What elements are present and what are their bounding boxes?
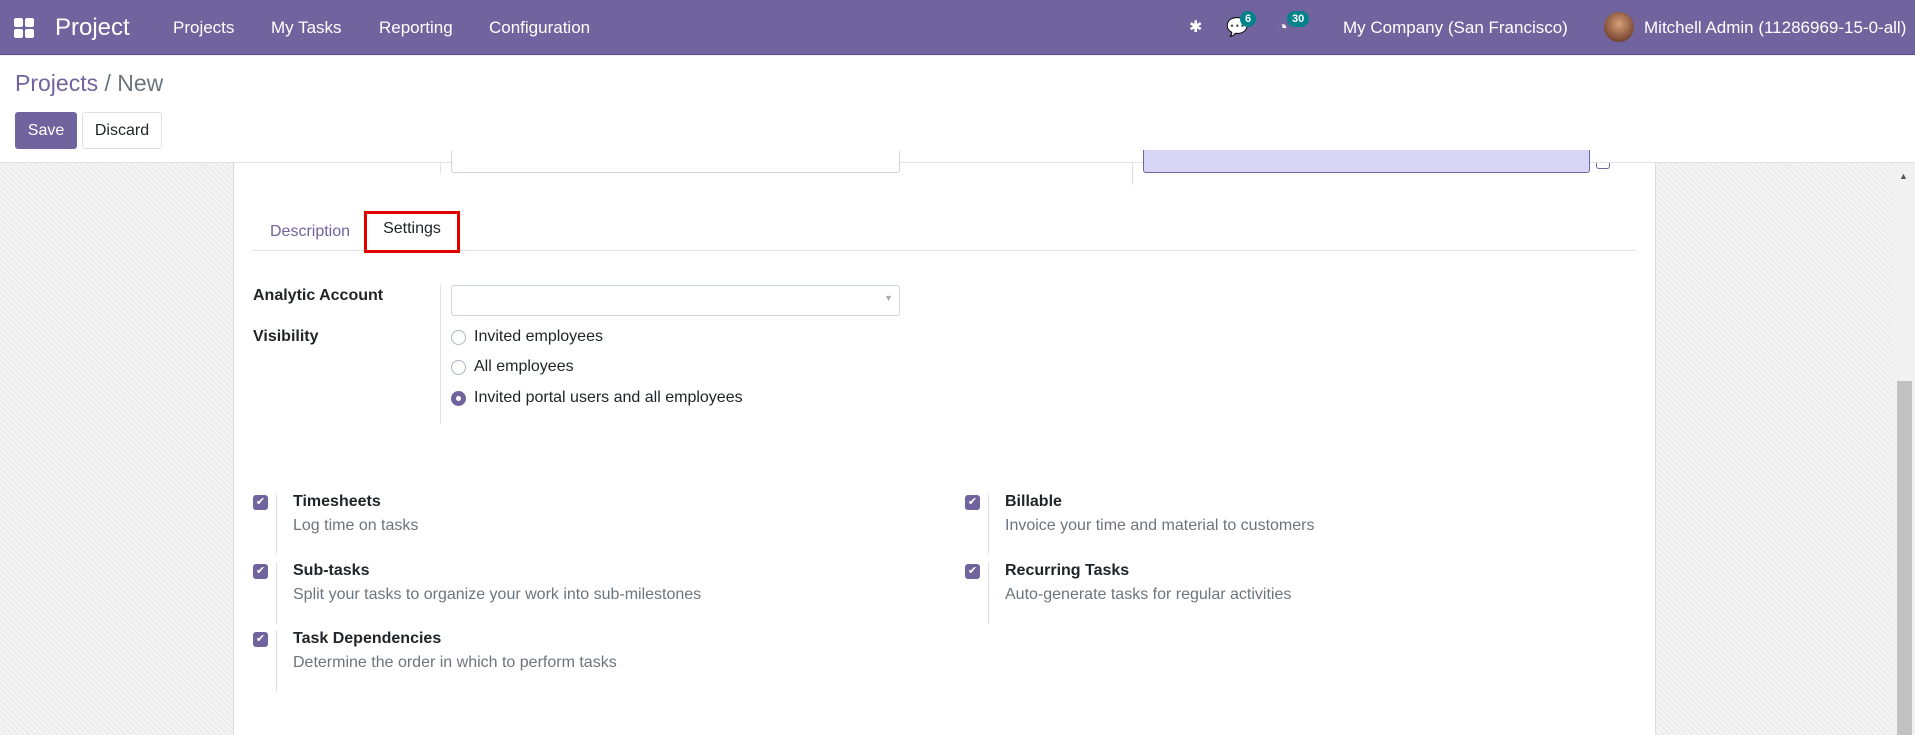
tab-settings[interactable]: Settings bbox=[364, 211, 460, 253]
activities-badge: 30 bbox=[1287, 11, 1310, 27]
feature-description: Split your tasks to organize your work i… bbox=[293, 586, 702, 603]
apps-menu-icon[interactable] bbox=[14, 18, 34, 38]
user-avatar[interactable] bbox=[1604, 12, 1634, 42]
radio-label: Invited employees bbox=[474, 328, 603, 345]
activities-clock-icon[interactable]: ◔ bbox=[1277, 0, 1288, 55]
radio-label: All employees bbox=[474, 358, 574, 375]
divider bbox=[440, 163, 441, 173]
dropdown-caret-icon: ▼ bbox=[884, 293, 893, 303]
user-menu[interactable]: Mitchell Admin (11286969-15-0-all) bbox=[1644, 0, 1906, 55]
checkbox-checked-icon[interactable]: ✔ bbox=[253, 564, 268, 579]
divider bbox=[440, 285, 441, 424]
company-switcher[interactable]: My Company (San Francisco) bbox=[1343, 0, 1568, 55]
checkbox-checked-icon[interactable]: ✔ bbox=[253, 495, 268, 510]
feature-sub-tasks: ✔ Sub-tasks Split your tasks to organize y… bbox=[253, 562, 853, 626]
feature-title: Billable bbox=[1005, 493, 1062, 510]
menu-reporting[interactable]: Reporting bbox=[379, 0, 453, 55]
visibility-all-employees[interactable]: All employees bbox=[451, 358, 574, 376]
radio-label: Invited portal users and all employees bbox=[474, 389, 743, 406]
debug-bug-icon[interactable]: ✱ bbox=[1189, 0, 1202, 55]
top-navbar: Project Projects My Tasks Reporting Conf… bbox=[0, 0, 1915, 55]
partial-input-field[interactable] bbox=[451, 150, 900, 173]
checkbox-checked-icon[interactable]: ✔ bbox=[253, 632, 268, 647]
visibility-invited-employees[interactable]: Invited employees bbox=[451, 328, 603, 346]
radio-icon[interactable] bbox=[451, 359, 466, 375]
feature-billable: ✔ Billable Invoice your time and material … bbox=[965, 493, 1565, 557]
visibility-label: Visibility bbox=[253, 328, 319, 345]
messages-icon[interactable]: 💬 bbox=[1226, 0, 1248, 55]
checkbox-checked-icon[interactable]: ✔ bbox=[965, 564, 980, 579]
feature-description: Auto-generate tasks for regular activiti… bbox=[1005, 586, 1292, 603]
checkbox-checked-icon[interactable]: ✔ bbox=[965, 495, 980, 510]
discard-button[interactable]: Discard bbox=[82, 112, 162, 149]
feature-title: Recurring Tasks bbox=[1005, 562, 1130, 579]
control-panel: Projects / New Save Discard bbox=[0, 56, 1915, 163]
breadcrumb-current: New bbox=[117, 70, 164, 96]
partial-checkbox[interactable] bbox=[1596, 163, 1610, 169]
tabs-divider bbox=[253, 250, 1636, 251]
analytic-account-select[interactable]: ▼ bbox=[451, 285, 900, 316]
breadcrumb-projects[interactable]: Projects bbox=[15, 70, 98, 96]
visibility-portal-and-employees[interactable]: Invited portal users and all employees bbox=[451, 389, 743, 407]
feature-description: Determine the order in which to perform … bbox=[293, 654, 617, 671]
feature-title: Sub-tasks bbox=[293, 562, 370, 579]
feature-description: Log time on tasks bbox=[293, 517, 419, 534]
tab-description[interactable]: Description bbox=[270, 214, 350, 250]
messages-badge: 6 bbox=[1240, 11, 1257, 27]
divider bbox=[1132, 163, 1133, 185]
feature-title: Timesheets bbox=[293, 493, 381, 510]
feature-recurring-tasks: ✔ Recurring Tasks Auto-generate tasks for … bbox=[965, 562, 1565, 626]
feature-timesheets: ✔ Timesheets Log time on tasks bbox=[253, 493, 853, 557]
scroll-up-arrow-icon[interactable]: ▲ bbox=[1899, 171, 1908, 181]
menu-my-tasks[interactable]: My Tasks bbox=[271, 0, 342, 55]
feature-description: Invoice your time and material to custom… bbox=[1005, 517, 1315, 534]
breadcrumb-separator: / bbox=[104, 70, 111, 96]
breadcrumb: Projects / New bbox=[15, 70, 163, 97]
radio-icon[interactable] bbox=[451, 329, 466, 345]
menu-projects[interactable]: Projects bbox=[173, 0, 234, 55]
save-button[interactable]: Save bbox=[15, 112, 77, 149]
analytic-account-label: Analytic Account bbox=[253, 287, 384, 304]
partial-tag-field[interactable] bbox=[1143, 150, 1590, 173]
app-title[interactable]: Project bbox=[55, 0, 130, 55]
menu-configuration[interactable]: Configuration bbox=[489, 0, 590, 55]
scrollbar-thumb[interactable] bbox=[1897, 381, 1912, 735]
radio-selected-icon[interactable] bbox=[451, 390, 466, 406]
feature-title: Task Dependencies bbox=[293, 630, 442, 647]
feature-task-dependencies: ✔ Task Dependencies Determine the order in… bbox=[253, 630, 853, 694]
